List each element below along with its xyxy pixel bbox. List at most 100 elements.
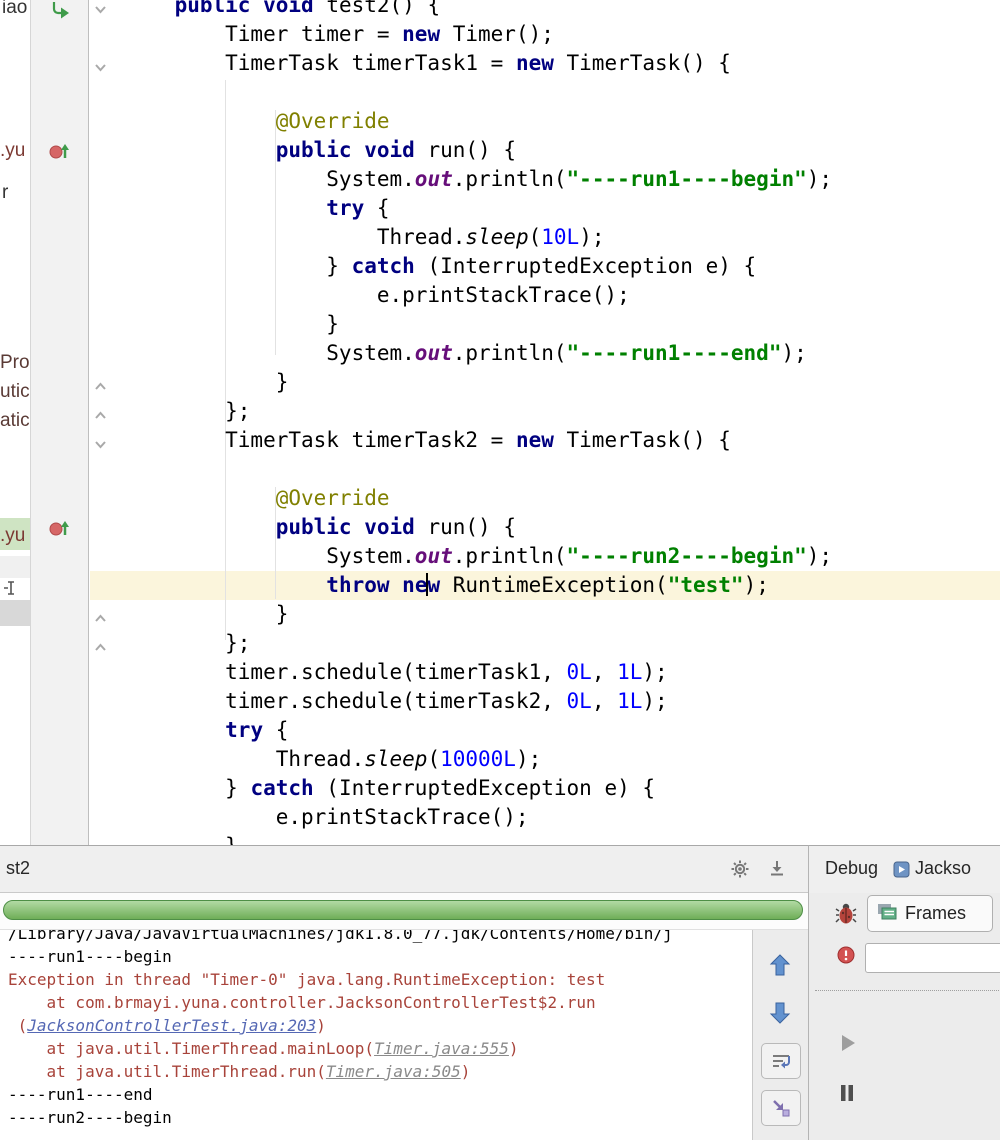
stacktrace-link[interactable]: Timer.java:555 <box>374 1039 509 1058</box>
scroll-to-end-icon[interactable] <box>768 859 786 882</box>
fold-close-icon[interactable] <box>94 378 107 396</box>
code-line[interactable]: throw new RuntimeException("test"); <box>124 571 1000 600</box>
code-line[interactable]: TimerTask timerTask1 = new TimerTask() { <box>124 49 1000 78</box>
code-line[interactable]: @Override <box>124 484 1000 513</box>
soft-wrap-button[interactable] <box>761 1043 801 1079</box>
project-item-label[interactable]: iao <box>2 0 27 19</box>
code-line[interactable] <box>124 78 1000 107</box>
run-tab-label[interactable]: st2 <box>6 858 30 879</box>
text-token: "----run2----begin" <box>566 544 807 568</box>
project-item-label[interactable]: r <box>2 182 8 204</box>
code-line[interactable]: } catch (InterruptedException e) { <box>124 252 1000 281</box>
pause-button[interactable] <box>838 1083 856 1108</box>
text-token: Timer timer = <box>124 22 403 46</box>
text-token: 10000L <box>440 747 516 771</box>
debug-session-tab[interactable]: Jackso <box>915 858 971 879</box>
stacktrace-link[interactable]: JacksonControllerTest.java:203 <box>27 1016 316 1035</box>
code-line[interactable]: try { <box>124 716 1000 745</box>
fold-open-icon[interactable] <box>94 1 107 19</box>
fold-close-icon[interactable] <box>94 407 107 425</box>
stacktrace-link[interactable]: Timer.java:505 <box>326 1062 461 1081</box>
project-item-label[interactable]: .yu <box>0 525 25 547</box>
fold-open-icon[interactable] <box>94 59 107 77</box>
project-item-label[interactable]: .yu <box>0 140 25 162</box>
text-token: .println( <box>452 341 567 365</box>
fold-gutter[interactable] <box>90 0 112 845</box>
code-line[interactable]: public void test2() { <box>124 0 1000 20</box>
code-line[interactable]: try { <box>124 194 1000 223</box>
code-line[interactable]: } <box>124 600 1000 629</box>
jump-to-bottom-button[interactable] <box>761 1090 801 1126</box>
text-token: out <box>414 341 453 365</box>
project-item-label[interactable]: utic <box>0 381 30 403</box>
text-token: ); <box>781 341 807 365</box>
text-token: void <box>263 0 314 17</box>
console-line[interactable]: Exception in thread "Timer-0" java.lang.… <box>8 968 752 991</box>
console-line[interactable]: ----run1----end <box>8 1083 752 1106</box>
code-line[interactable]: System.out.println("----run1----end"); <box>124 339 1000 368</box>
console-line[interactable]: at java.util.TimerThread.mainLoop(Timer.… <box>8 1037 752 1060</box>
stop-button[interactable] <box>836 945 856 970</box>
text-token: ); <box>642 660 668 684</box>
tab-frames[interactable]: Frames <box>867 895 993 932</box>
code-line[interactable] <box>124 455 1000 484</box>
console-line[interactable]: (JacksonControllerTest.java:203) <box>8 1014 752 1037</box>
code-line[interactable]: } catch (InterruptedException e) { <box>124 774 1000 803</box>
fold-close-icon[interactable] <box>94 610 107 628</box>
project-item-label[interactable]: Pro <box>0 352 30 374</box>
console-line[interactable]: ----run1----begin <box>8 945 752 968</box>
next-occurrence-icon[interactable] <box>767 1000 793 1031</box>
method-breakpoint-icon[interactable] <box>48 142 72 165</box>
code-line[interactable]: Thread.sleep(10L); <box>124 223 1000 252</box>
gear-icon[interactable] <box>730 859 750 884</box>
console-line[interactable]: at java.util.TimerThread.run(Timer.java:… <box>8 1060 752 1083</box>
code-line[interactable]: }; <box>124 397 1000 426</box>
text-token: 1L <box>617 689 643 713</box>
execution-point-icon[interactable] <box>50 2 70 24</box>
code-line[interactable]: }; <box>124 629 1000 658</box>
console-line[interactable]: /Library/Java/JavaVirtualMachines/jdk1.8… <box>8 930 752 945</box>
code-line[interactable]: Timer timer = new Timer(); <box>124 20 1000 49</box>
frames-icon <box>877 903 897 925</box>
threads-dropdown[interactable] <box>865 943 1000 973</box>
console-line[interactable]: ----run2----begin <box>8 1106 752 1129</box>
code-line[interactable]: e.printStackTrace(); <box>124 803 1000 832</box>
debugger-bug-icon[interactable] <box>835 901 857 930</box>
fold-open-icon[interactable] <box>94 436 107 454</box>
text-token: ----run1----end <box>8 1085 153 1104</box>
console-line[interactable]: at com.brmayi.yuna.controller.JacksonCon… <box>8 991 752 1014</box>
code-line[interactable]: System.out.println("----run1----begin"); <box>124 165 1000 194</box>
scrollbar-thumb[interactable] <box>0 600 30 626</box>
editor-gutter[interactable] <box>31 0 89 845</box>
code-line[interactable]: timer.schedule(timerTask1, 0L, 1L); <box>124 658 1000 687</box>
text-token: Thread. <box>124 225 466 249</box>
code-line[interactable]: TimerTask timerTask2 = new TimerTask() { <box>124 426 1000 455</box>
code-line[interactable]: @Override <box>124 107 1000 136</box>
text-token: ); <box>806 544 833 568</box>
console-output[interactable]: /Library/Java/JavaVirtualMachines/jdk1.8… <box>0 930 752 1140</box>
text-token: ( <box>528 225 542 249</box>
project-panel-edge[interactable]: iao .yu r Pro utic atic .yu <box>0 0 31 845</box>
ide-window: iao .yu r Pro utic atic .yu public void … <box>0 0 1000 1140</box>
code-line[interactable]: } <box>124 310 1000 339</box>
text-token: 0L <box>566 660 592 684</box>
code-line[interactable]: } <box>124 368 1000 397</box>
code-line[interactable]: public void run() { <box>124 513 1000 542</box>
fold-close-icon[interactable] <box>94 639 107 657</box>
code-line[interactable]: System.out.println("----run2----begin"); <box>124 542 1000 571</box>
project-item-label[interactable]: atic <box>0 410 30 432</box>
prev-occurrence-icon[interactable] <box>767 952 793 983</box>
text-token: void <box>364 138 415 162</box>
text-token: TimerTask() { <box>553 51 731 75</box>
method-breakpoint-icon[interactable] <box>48 519 72 542</box>
text-token: run() { <box>414 138 516 162</box>
code-line[interactable]: } <box>124 832 1000 845</box>
code-line[interactable]: Thread.sleep(10000L); <box>124 745 1000 774</box>
code-line[interactable]: e.printStackTrace(); <box>124 281 1000 310</box>
code-line[interactable]: public void run() { <box>124 136 1000 165</box>
resume-button[interactable] <box>839 1033 857 1058</box>
text-token: ne <box>402 573 428 597</box>
code-line[interactable]: timer.schedule(timerTask2, 0L, 1L); <box>124 687 1000 716</box>
